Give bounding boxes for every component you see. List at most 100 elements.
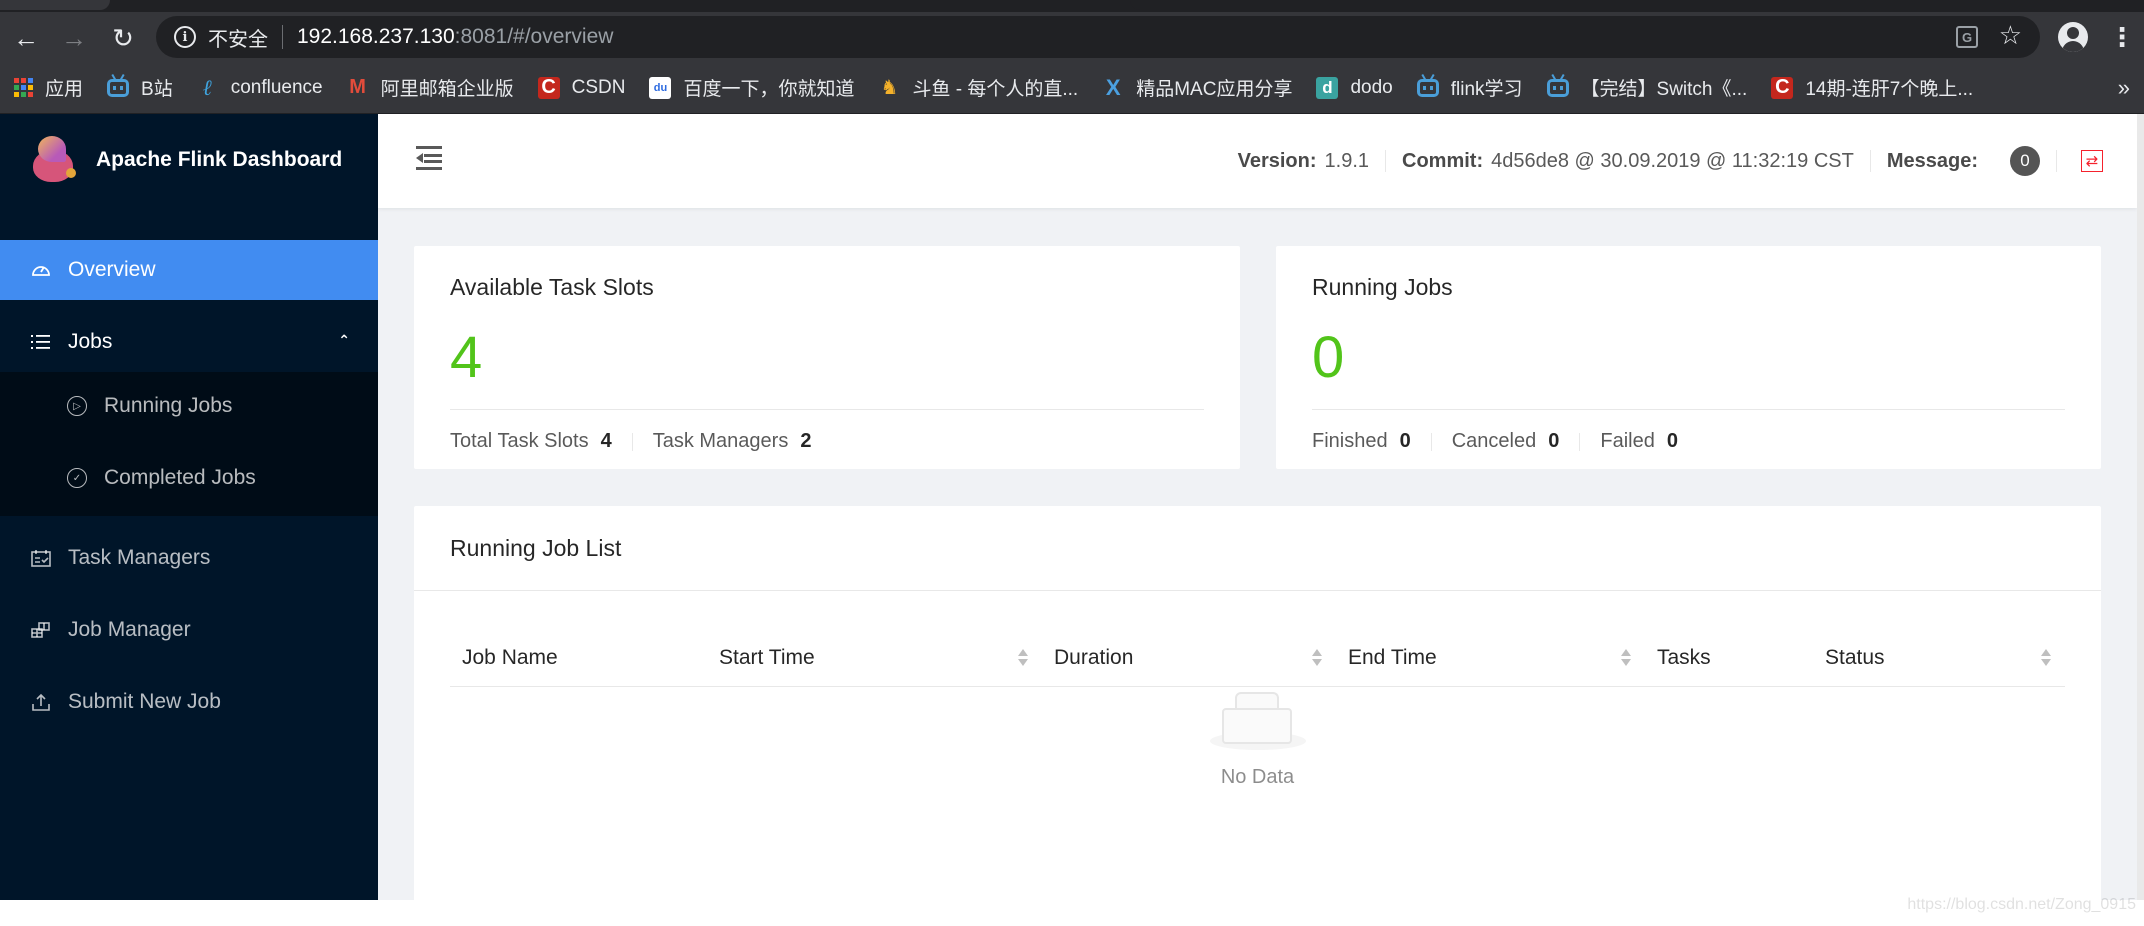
sidebar-item-jobs[interactable]: Jobs ⌃: [0, 312, 378, 372]
column-label: Tasks: [1657, 645, 1711, 669]
divider: [1312, 409, 2065, 410]
browser-tab-strip: [0, 0, 2144, 12]
total-task-slots-label: Total Task Slots: [450, 430, 589, 452]
message-label: Message:: [1886, 149, 1978, 172]
jobs-submenu: ▷ Running Jobs ✓ Completed Jobs: [0, 372, 378, 516]
sidebar-item-running-jobs[interactable]: ▷ Running Jobs: [0, 376, 378, 436]
douyu-icon: ♞: [880, 77, 899, 99]
profile-avatar-icon[interactable]: [2058, 22, 2088, 52]
version-value: 1.9.1: [1324, 149, 1370, 172]
aliyun-mail-icon: M: [349, 76, 366, 98]
sidebar-item-label: Job Manager: [68, 618, 191, 641]
card-footer: Total Task Slots 4 Task Managers 2: [450, 430, 811, 453]
refresh-icon[interactable]: ⇄: [2081, 150, 2103, 172]
bookmark-item[interactable]: C CSDN: [537, 76, 625, 99]
bookmark-item[interactable]: M 阿里邮箱企业版: [347, 74, 514, 101]
browser-tab[interactable]: [0, 0, 110, 10]
divider: [1430, 432, 1432, 451]
bookmark-label: dodo: [1350, 76, 1393, 98]
bookmark-item[interactable]: d dodo: [1316, 76, 1393, 99]
info-icon[interactable]: i: [174, 26, 196, 48]
url-host[interactable]: 192.168.237.130: [297, 25, 455, 49]
menu-fold-icon[interactable]: [416, 146, 442, 170]
canceled-label: Canceled: [1451, 430, 1537, 452]
bookmark-label: 阿里邮箱企业版: [380, 79, 514, 100]
url-path[interactable]: :8081/#/overview: [455, 25, 614, 49]
sidebar-item-label: Task Managers: [68, 546, 211, 569]
sidebar-menu: Overview Jobs ⌃ ▷ Running Jobs ✓ Complet…: [0, 240, 378, 744]
bookmark-item[interactable]: ℓ confluence: [197, 74, 323, 101]
bookmark-item[interactable]: C 14期-连肝7个晚上...: [1771, 74, 1973, 101]
security-label[interactable]: 不安全: [208, 23, 268, 52]
sort-icon[interactable]: [1312, 648, 1322, 669]
divider: [450, 409, 1204, 410]
task-managers-value: 2: [800, 430, 812, 452]
more-bookmarks-button[interactable]: »: [2118, 75, 2130, 101]
failed-value: 0: [1666, 430, 1678, 452]
total-task-slots-value: 4: [600, 430, 612, 452]
running-jobs-card: Running Jobs 0 Finished 0 Canceled 0 Fai…: [1276, 246, 2101, 469]
column-header-tasks: Tasks: [1645, 629, 1813, 687]
bookmark-item[interactable]: ♞ 斗鱼 - 每个人的直...: [878, 74, 1079, 101]
sidebar-item-task-managers[interactable]: Task Managers: [0, 528, 378, 588]
bookmark-label: 14期-连肝7个晚上...: [1805, 79, 1974, 100]
card-footer: Finished 0 Canceled 0 Failed 0: [1312, 430, 1678, 453]
bookmark-label: 斗鱼 - 每个人的直...: [912, 79, 1079, 100]
sort-icon[interactable]: [1621, 648, 1631, 669]
sidebar-item-completed-jobs[interactable]: ✓ Completed Jobs: [0, 448, 378, 508]
bookmark-item[interactable]: flink学习: [1416, 74, 1523, 101]
sidebar-item-job-manager[interactable]: Job Manager: [0, 600, 378, 660]
sidebar-item-label: Submit New Job: [68, 690, 221, 713]
upload-icon: [30, 691, 52, 713]
sort-icon[interactable]: [2041, 648, 2051, 669]
baidu-icon: du: [649, 76, 672, 99]
bookmark-label: 百度一下，你就知道: [683, 79, 855, 100]
play-circle-icon: ▷: [66, 395, 88, 417]
bookmark-item[interactable]: 应用: [14, 74, 83, 101]
empty-inbox-icon: [1209, 690, 1306, 754]
chevron-up-icon[interactable]: ⌃: [338, 332, 350, 349]
app-viewport: Apache Flink Dashboard Overview Jobs ⌃ ▷…: [0, 114, 2144, 900]
translate-icon[interactable]: G: [1956, 26, 1978, 48]
bookmarks-bar: 应用 B站 ℓ confluence M 阿里邮箱企业版 C CSDN du 百…: [0, 62, 2144, 114]
divider: [631, 432, 633, 451]
sidebar-item-submit-new-job[interactable]: Submit New Job: [0, 672, 378, 732]
bilibili-icon: [107, 78, 130, 97]
bookmark-label: 【完结】Switch《...: [1580, 79, 1748, 100]
card-title: Running Jobs: [1312, 274, 1453, 300]
column-header-start-time[interactable]: Start Time: [707, 629, 1042, 687]
browser-menu-icon[interactable]: ⋮: [2109, 22, 2135, 52]
sidebar-item-overview[interactable]: Overview: [0, 240, 378, 300]
reload-icon[interactable]: ↻: [107, 22, 139, 54]
bookmark-item[interactable]: 【完结】Switch《...: [1546, 74, 1748, 101]
scrollbar[interactable]: [2137, 114, 2144, 900]
forward-arrow-icon[interactable]: →: [58, 22, 90, 54]
address-bar[interactable]: i 不安全 192.168.237.130:8081/#/overview G …: [156, 16, 2040, 58]
bookmark-item[interactable]: du 百度一下，你就知道: [649, 74, 854, 101]
column-header-status[interactable]: Status: [1813, 629, 2065, 687]
top-header: Version: 1.9.1 Commit: 4d56de8 @ 30.09.2…: [378, 114, 2137, 208]
bookmark-star-icon[interactable]: ☆: [1999, 20, 2022, 51]
app-title: Apache Flink Dashboard: [96, 148, 343, 171]
bookmark-label: flink学习: [1450, 79, 1523, 100]
column-header-duration[interactable]: Duration: [1042, 629, 1336, 687]
column-label: End Time: [1348, 645, 1437, 669]
available-task-slots-card: Available Task Slots 4 Total Task Slots …: [414, 246, 1240, 469]
column-header-end-time[interactable]: End Time: [1336, 629, 1645, 687]
card-title: Available Task Slots: [450, 274, 654, 300]
build-icon: [30, 619, 52, 641]
message-count-badge[interactable]: 0: [2010, 146, 2040, 176]
back-arrow-icon[interactable]: ←: [10, 22, 42, 54]
running-job-list-card: Running Job List Job Name Start Time Dur…: [414, 506, 2101, 900]
bookmark-item[interactable]: B站: [107, 74, 173, 101]
flink-squirrel-logo-icon: [30, 136, 78, 184]
csdn-icon: C: [1771, 76, 1794, 99]
sort-icon[interactable]: [1018, 648, 1028, 669]
sidebar-logo[interactable]: Apache Flink Dashboard: [0, 114, 378, 206]
watermark: https://blog.csdn.net/Zong_0915: [1907, 896, 2136, 913]
commit-value: 4d56de8 @ 30.09.2019 @ 11:32:19 CST: [1491, 149, 1854, 172]
card-title: Running Job List: [414, 506, 2101, 591]
address-separator: [282, 25, 283, 49]
confluence-icon: ℓ: [203, 74, 213, 101]
bookmark-item[interactable]: X 精品MAC应用分享: [1102, 74, 1293, 101]
